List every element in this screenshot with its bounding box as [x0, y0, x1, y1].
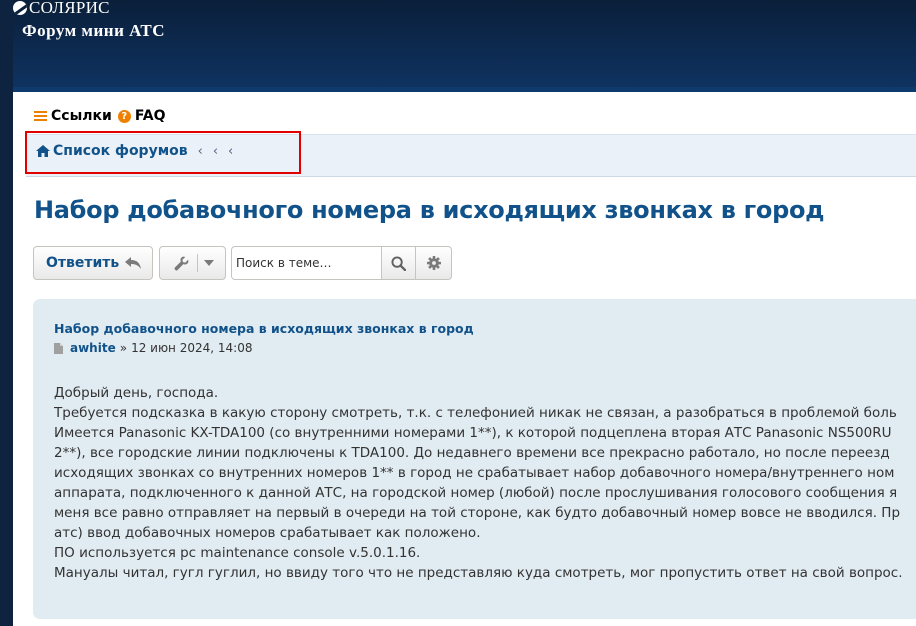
wrench-icon [174, 256, 189, 270]
post-line: Добрый день, господа. [54, 385, 219, 401]
author-separator: » [119, 341, 128, 355]
post-subject[interactable]: Набор добавочного номера в исходящих зво… [54, 321, 474, 336]
post-line: меня все равно отправляет на первый в оч… [54, 505, 901, 521]
post-line: ПО используется pc maintenance console v… [54, 545, 421, 561]
quick-links: Ссылки ? FAQ [34, 108, 166, 124]
post-date: 12 июн 2024, 14:08 [131, 341, 253, 355]
search-input[interactable] [231, 246, 382, 280]
hamburger-icon[interactable] [34, 110, 47, 122]
site-title: Форум мини АТС [22, 21, 166, 40]
post-line: аппарата, подключенного к данной АТС, на… [54, 485, 898, 501]
author-name[interactable]: awhite [70, 341, 116, 355]
faq-link[interactable]: FAQ [135, 108, 166, 124]
document-icon[interactable] [54, 342, 63, 354]
links-menu[interactable]: Ссылки [51, 108, 112, 124]
page-wrap: Ссылки ? FAQ Список форумов ‹ ‹ ‹ Набор … [13, 92, 916, 626]
highlight-box [25, 131, 301, 174]
post-line: Требуется подсказка в какую сторону смот… [54, 405, 897, 421]
chevron-down-icon [204, 260, 214, 266]
reply-button[interactable]: Ответить [33, 246, 153, 280]
site-header [13, 0, 916, 87]
gear-icon [426, 256, 441, 270]
logo-mark-icon [13, 0, 27, 15]
reply-button-label: Ответить [46, 255, 120, 271]
action-bar: Ответить [33, 246, 452, 280]
post-line: Мануалы читал, гугл гуглил, но ввиду тог… [54, 565, 903, 581]
post-author-line: awhite » 12 июн 2024, 14:08 [54, 341, 252, 355]
topic-title[interactable]: Набор добавочного номера в исходящих зво… [34, 196, 825, 224]
search-button[interactable] [382, 246, 416, 280]
question-icon: ? [117, 109, 131, 123]
post-line: исходящих звонках со внутренних номеров … [54, 465, 895, 481]
post-line: 2**), все городские линии подключены к T… [54, 445, 890, 461]
logo-text: СОЛЯРИС [29, 0, 110, 17]
topic-search [231, 246, 452, 280]
search-icon [391, 255, 406, 271]
post-line: атс) ввод добавочных номеров срабатывает… [54, 525, 481, 541]
reply-arrow-icon [125, 257, 142, 269]
post: Набор добавочного номера в исходящих зво… [33, 299, 916, 619]
site-logo[interactable]: СОЛЯРИС [13, 0, 110, 17]
dropdown-divider [197, 254, 198, 272]
left-rail [0, 0, 13, 626]
advanced-search-button[interactable] [416, 246, 452, 280]
topic-tools-button[interactable] [159, 246, 226, 280]
post-line: Имеется Panasonic KX-TDA100 (со внутренн… [54, 425, 892, 441]
post-content: Добрый день, господа. Требуется подсказк… [54, 383, 916, 583]
